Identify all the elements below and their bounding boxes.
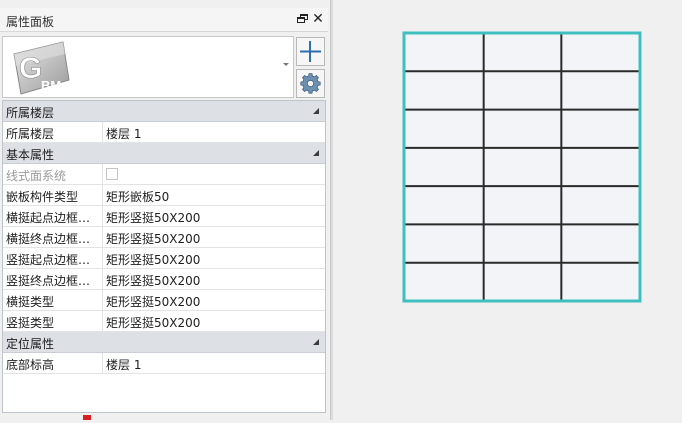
- close-icon[interactable]: ✕: [311, 12, 325, 26]
- property-row[interactable]: 所属楼层 楼层 1: [3, 122, 325, 143]
- collapse-icon[interactable]: [313, 150, 319, 156]
- gear-icon: [300, 73, 321, 94]
- properties-panel: 属性面板 ✕ G BM 所属楼层 所属楼层 楼层 1 基本属性 线式面系统 嵌板…: [0, 0, 330, 420]
- add-type-button[interactable]: [296, 37, 325, 66]
- chevron-down-icon[interactable]: [283, 63, 289, 66]
- type-selector-dropdown[interactable]: G BM: [2, 36, 294, 98]
- collapse-icon[interactable]: [313, 108, 319, 114]
- property-name: 嵌板构件类型: [6, 190, 79, 204]
- property-row[interactable]: 嵌板构件类型 矩形嵌板50: [3, 185, 325, 206]
- property-name: 横挺类型: [6, 295, 55, 309]
- property-row[interactable]: 横挺类型 矩形竖挺50X200: [3, 290, 325, 311]
- group-title: 定位属性: [6, 337, 55, 351]
- float-window-icon[interactable]: [296, 12, 310, 26]
- curtain-wall-view[interactable]: [333, 0, 682, 420]
- property-value[interactable]: 矩形竖挺50X200: [106, 293, 200, 310]
- property-value[interactable]: 矩形竖挺50X200: [106, 272, 200, 289]
- property-row[interactable]: 底部标高 楼层 1: [3, 353, 325, 374]
- property-name: 所属楼层: [6, 127, 55, 141]
- property-row: 线式面系统: [3, 164, 325, 185]
- property-name: 竖挺类型: [6, 316, 55, 330]
- property-value[interactable]: 矩形竖挺50X200: [106, 230, 200, 247]
- gbm-logo-icon: G BM: [13, 41, 70, 95]
- property-name: 底部标高: [6, 358, 55, 372]
- collapse-icon[interactable]: [313, 339, 319, 345]
- curtain-wall-panel-area: [404, 33, 640, 301]
- plus-icon: [300, 41, 321, 62]
- property-value[interactable]: 矩形竖挺50X200: [106, 209, 200, 226]
- panel-titlebar: 属性面板 ✕: [0, 8, 328, 32]
- property-value[interactable]: 矩形竖挺50X200: [106, 314, 200, 331]
- property-value[interactable]: 楼层 1: [106, 125, 141, 142]
- logo-letter: G: [19, 52, 42, 85]
- cursor-marker: [83, 415, 91, 420]
- property-name: 横挺终点边框…: [6, 232, 91, 246]
- drawing-canvas[interactable]: [333, 0, 682, 420]
- property-row[interactable]: 横挺终点边框… 矩形竖挺50X200: [3, 227, 325, 248]
- logo-sub: BM: [41, 78, 61, 93]
- group-header-position[interactable]: 定位属性: [3, 332, 325, 353]
- line-surface-checkbox[interactable]: [106, 168, 118, 180]
- property-value[interactable]: 矩形嵌板50: [106, 188, 169, 205]
- settings-button[interactable]: [296, 69, 325, 98]
- property-value[interactable]: 楼层 1: [106, 356, 141, 373]
- property-value[interactable]: 矩形竖挺50X200: [106, 251, 200, 268]
- property-row[interactable]: 竖挺起点边框… 矩形竖挺50X200: [3, 248, 325, 269]
- property-name: 竖挺终点边框…: [6, 274, 91, 288]
- property-name: 竖挺起点边框…: [6, 253, 91, 267]
- group-title: 所属楼层: [6, 106, 55, 120]
- property-row[interactable]: 横挺起点边框… 矩形竖挺50X200: [3, 206, 325, 227]
- group-header-basic[interactable]: 基本属性: [3, 143, 325, 164]
- property-name: 线式面系统: [6, 169, 67, 183]
- property-grid: 所属楼层 所属楼层 楼层 1 基本属性 线式面系统 嵌板构件类型 矩形嵌板50 …: [2, 100, 326, 413]
- property-row[interactable]: 竖挺类型 矩形竖挺50X200: [3, 311, 325, 332]
- group-header-floor[interactable]: 所属楼层: [3, 101, 325, 122]
- panel-title: 属性面板: [6, 15, 55, 29]
- property-row[interactable]: 竖挺终点边框… 矩形竖挺50X200: [3, 269, 325, 290]
- property-name: 横挺起点边框…: [6, 211, 91, 225]
- group-title: 基本属性: [6, 148, 55, 162]
